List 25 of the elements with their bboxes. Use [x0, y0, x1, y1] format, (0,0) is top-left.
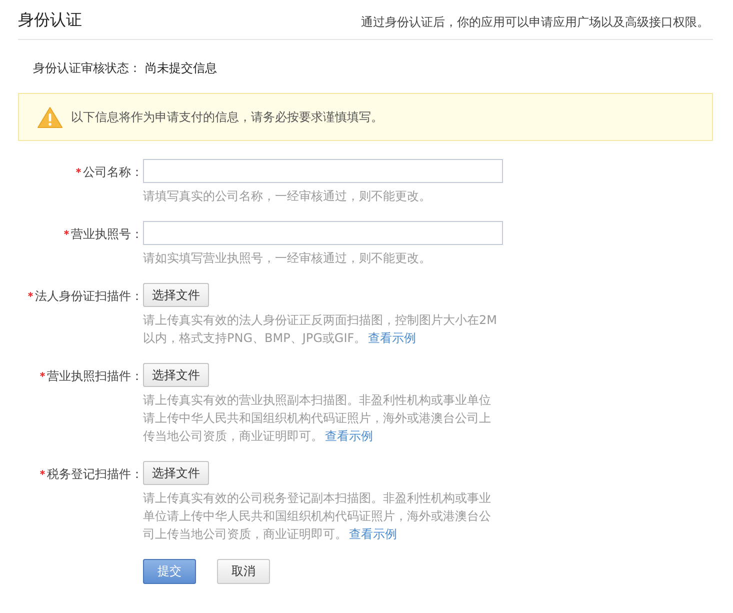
page-title: 身份认证 [18, 10, 82, 31]
status-value: 尚未提交信息 [145, 60, 217, 77]
example-link[interactable]: 查看示例 [368, 331, 416, 345]
hint-text: 请上传真实有效的公司税务登记副本扫描图。非盈利性机构或事业单位请上传中华人民共和国组织机构代码证照片，海外或港澳台公司上传当地公司资质，商业证明即可。 查看示例 [143, 490, 492, 543]
field-label: 税务登记扫描件： [47, 466, 143, 483]
hint-text: 请上传真实有效的营业执照副本扫描图。非盈利性机构或事业单位请上传中华人民共和国组织机构代码证照片，海外或港澳台公司上传当地公司资质，商业证明即可。 查看示例 [143, 392, 492, 445]
status-label: 身份认证审核状态： [33, 60, 141, 77]
warning-text: 以下信息将作为申请支付的信息，请务必按要求谨慎填写。 [71, 108, 383, 126]
hint-text: 请如实填写营业执照号，一经审核通过，则不能更改。 [143, 250, 432, 267]
hint-text: 请上传真实有效的法人身份证正反两面扫描图，控制图片大小在2M以内，格式支持PNG、BMP、JPG或GIF。 查看示例 [143, 312, 498, 347]
warning-icon [37, 106, 63, 128]
input-field[interactable] [143, 159, 503, 183]
field-label: 公司名称： [83, 164, 143, 181]
field-label: 营业执照号： [71, 226, 143, 243]
field-label: 法人身份证扫描件： [35, 288, 143, 305]
input-field[interactable] [143, 221, 503, 245]
field-label: 营业执照扫描件： [47, 368, 143, 385]
choose-file-button[interactable]: 选择文件 [143, 283, 209, 307]
cancel-button[interactable]: 取消 [217, 559, 270, 584]
choose-file-button[interactable]: 选择文件 [143, 461, 209, 485]
header-note: 通过身份认证后，你的应用可以申请应用广场以及高级接口权限。 [361, 14, 709, 31]
hint-text: 请填写真实的公司名称，一经审核通过，则不能更改。 [143, 188, 432, 205]
choose-file-button[interactable]: 选择文件 [143, 363, 209, 387]
example-link[interactable]: 查看示例 [349, 527, 397, 541]
example-link[interactable]: 查看示例 [325, 429, 373, 443]
